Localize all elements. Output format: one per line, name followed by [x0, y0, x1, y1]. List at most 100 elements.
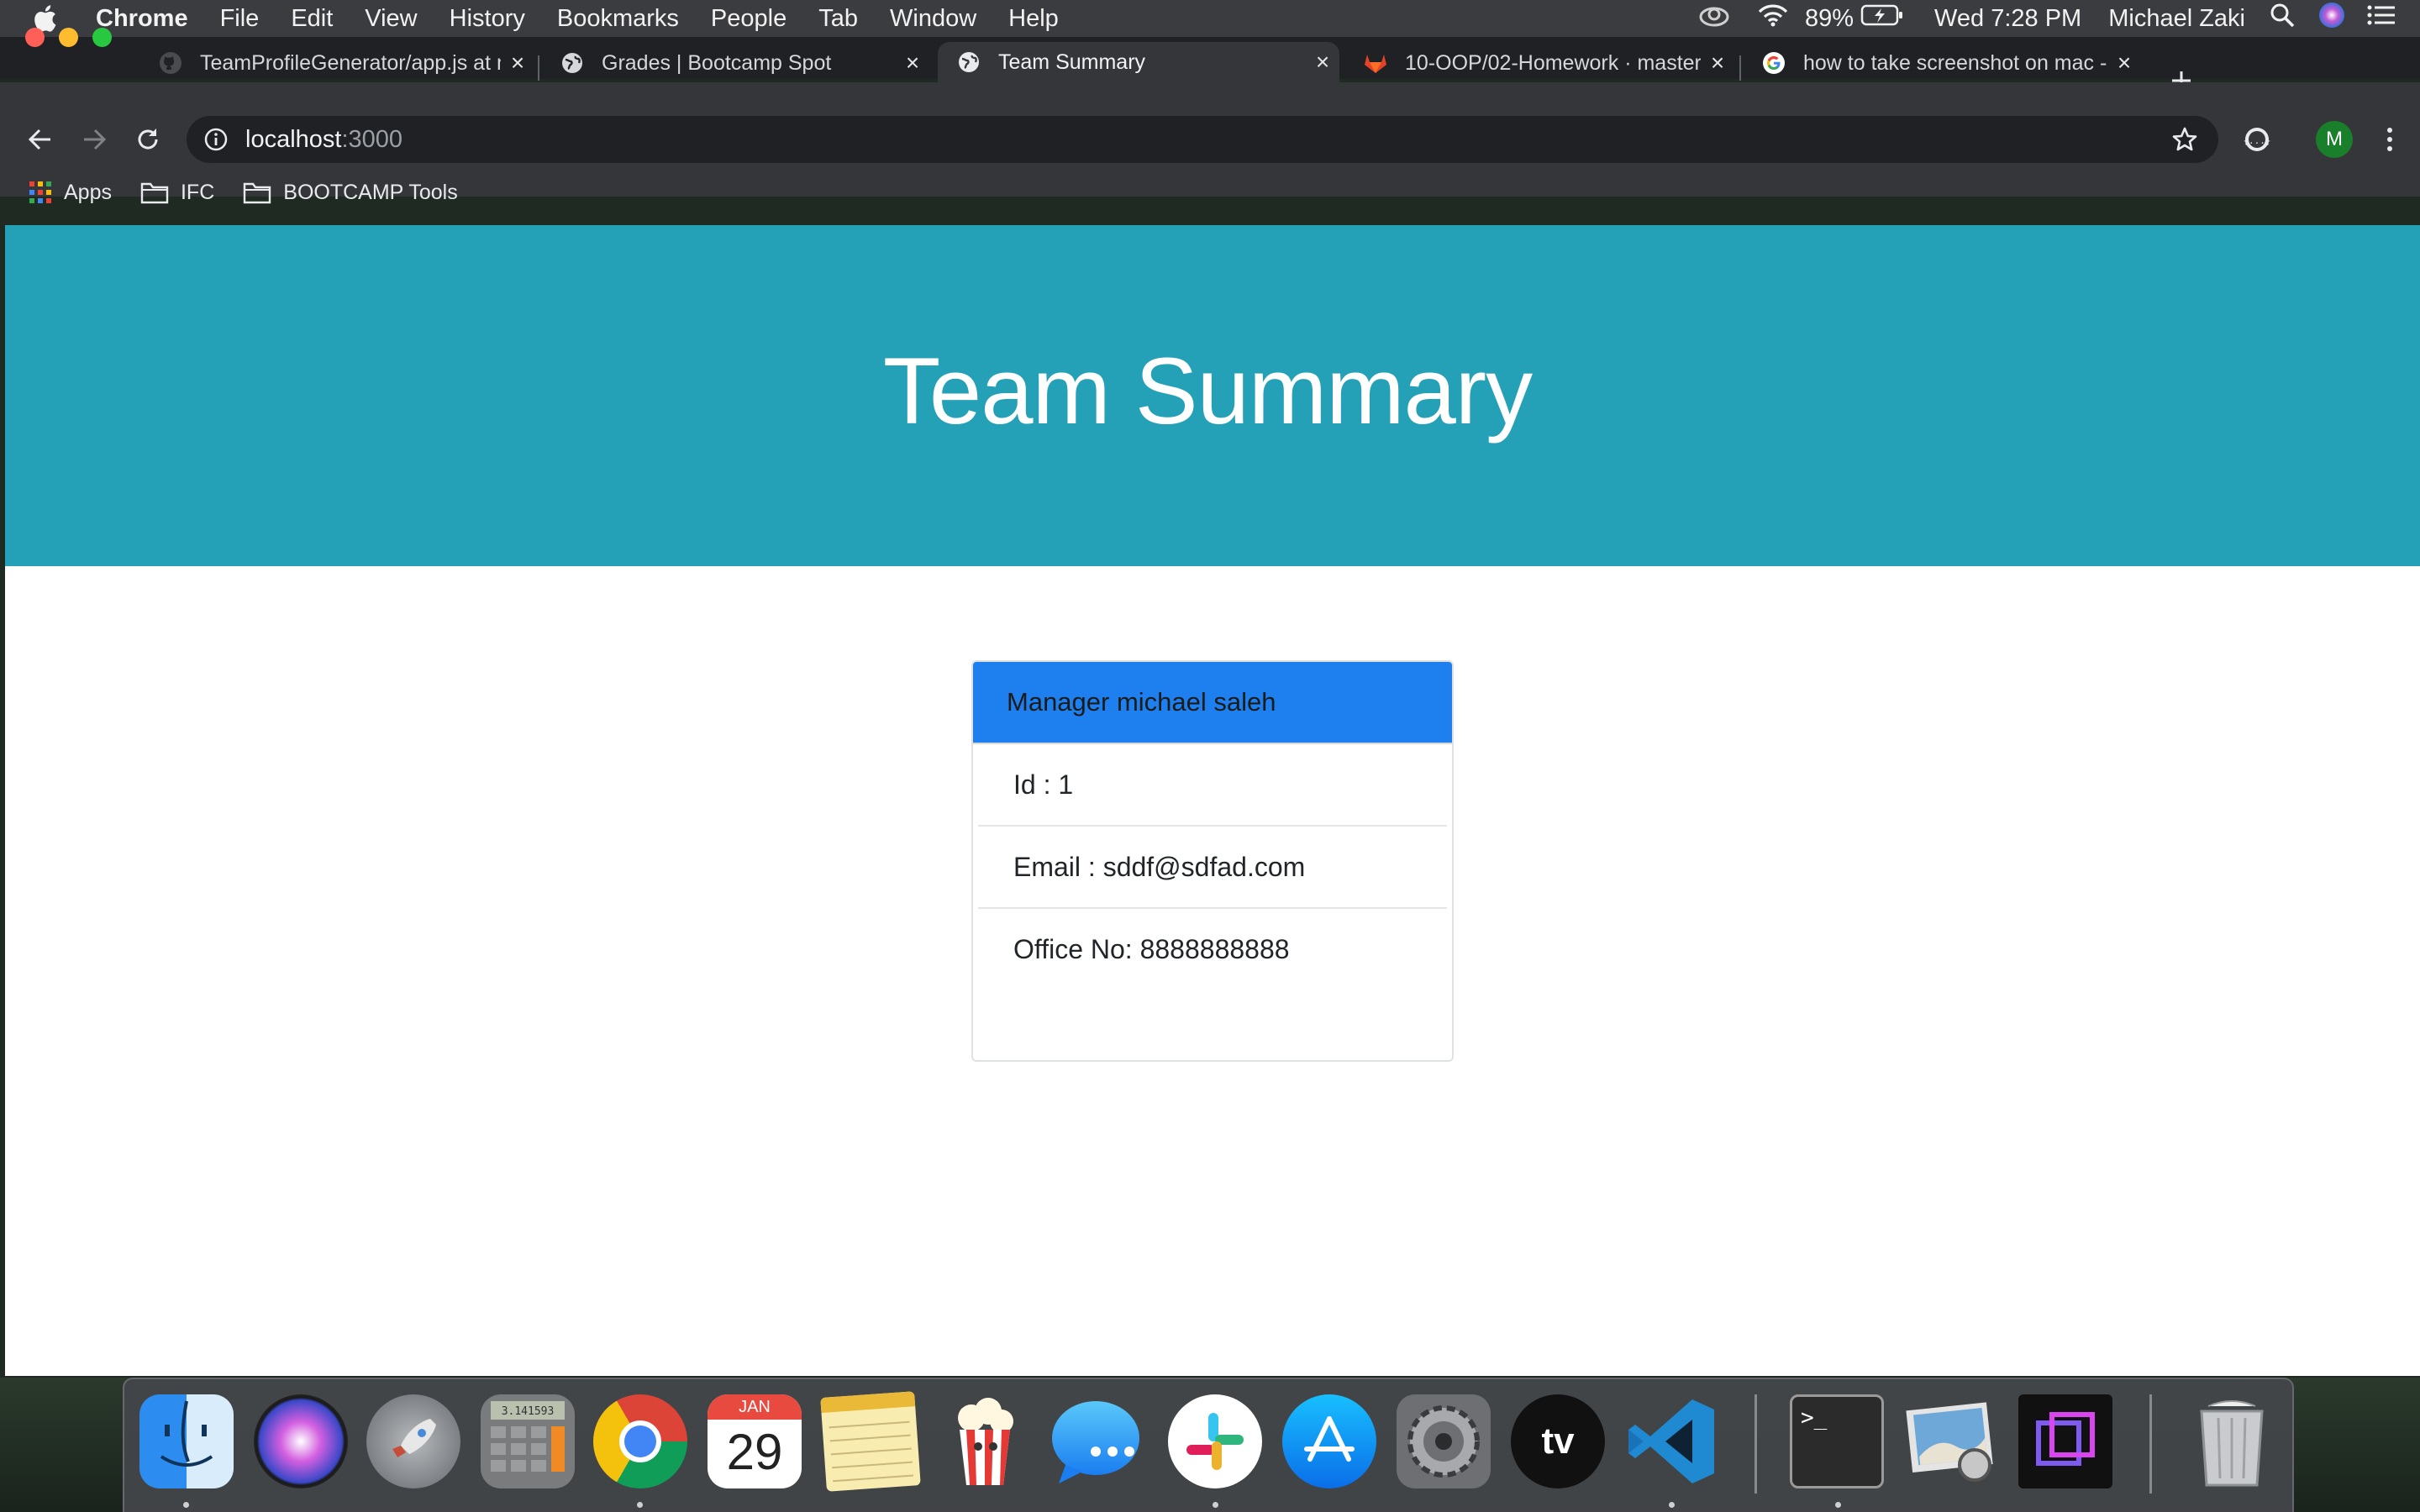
tab-title: 10-OOP/02-Homework · master — [1405, 50, 1701, 75]
close-icon[interactable]: × — [2107, 50, 2141, 76]
window-minimize-button[interactable] — [59, 28, 78, 47]
employee-card-manager: Manager michael saleh Id : 1 Email : sdd… — [971, 660, 1454, 1062]
google-icon — [1761, 50, 1786, 76]
url-host: localhost — [245, 125, 342, 153]
siri-menubar-icon[interactable] — [2317, 1, 2346, 36]
popcorn-time-icon[interactable] — [938, 1394, 1032, 1488]
launchpad-icon[interactable] — [366, 1394, 460, 1488]
menu-bookmarks[interactable]: Bookmarks — [557, 5, 679, 33]
github-icon — [158, 50, 183, 76]
siri-icon[interactable] — [254, 1394, 348, 1488]
menubar-user-name[interactable]: Michael Zaki — [2108, 5, 2245, 33]
battery-percentage: 89% — [1805, 4, 1854, 32]
address-bar[interactable]: localhost:3000 — [187, 116, 2218, 163]
close-icon[interactable]: × — [896, 50, 929, 76]
card-header: Manager michael saleh — [973, 662, 1452, 744]
menu-view[interactable]: View — [365, 5, 417, 33]
chrome-icon[interactable] — [593, 1394, 687, 1488]
extension-icon[interactable]: {...} — [2238, 121, 2275, 158]
tab-google-search[interactable]: how to take screenshot on mac - × — [1743, 45, 2141, 81]
notification-center-icon[interactable] — [2366, 3, 2396, 34]
bookmarks-bar: Apps IFC BOOTCAMP Tools — [0, 168, 2420, 217]
folder-icon — [244, 182, 271, 204]
window-close-button[interactable] — [25, 28, 45, 47]
profile-avatar[interactable]: M — [2316, 121, 2353, 158]
preview-icon[interactable] — [1904, 1394, 1998, 1488]
folder-icon — [140, 182, 169, 204]
menubar-status-area: 89% Wed 7:28 PM Michael Zaki — [1672, 0, 2396, 37]
calculator-display: 3.141593 — [502, 1405, 555, 1418]
tab-team-summary[interactable]: Team Summary × — [938, 42, 1339, 82]
screen-recorder-icon[interactable] — [2018, 1394, 2112, 1488]
svg-text:{...}: {...} — [2243, 135, 2270, 146]
close-icon[interactable]: × — [1701, 50, 1734, 76]
tab-title: Grades | Bootcamp Spot — [602, 50, 832, 75]
bookmark-folder-ifc[interactable]: IFC — [140, 181, 214, 205]
forward-arrow-icon[interactable] — [76, 121, 113, 158]
menu-history[interactable]: History — [450, 5, 525, 33]
employee-id: Id : 1 — [978, 744, 1447, 827]
site-info-icon[interactable] — [203, 127, 229, 152]
calculator-icon[interactable]: 3.141593 — [481, 1394, 575, 1488]
creative-cloud-icon[interactable] — [1697, 3, 1731, 34]
globe-icon — [956, 50, 981, 75]
back-arrow-icon[interactable] — [22, 121, 59, 158]
running-indicator — [183, 1502, 189, 1508]
page-header-jumbotron: Team Summary — [5, 225, 2420, 566]
page-title: Team Summary — [882, 338, 1533, 444]
terminal-icon[interactable]: >_ — [1790, 1394, 1884, 1488]
close-icon[interactable]: × — [501, 50, 534, 76]
bookmark-apps[interactable]: Apps — [29, 181, 112, 205]
tab-title: TeamProfileGenerator/app.js at m — [200, 50, 501, 75]
bookmark-label: IFC — [180, 180, 215, 204]
bookmark-label: Apps — [64, 180, 112, 204]
menu-app-name[interactable]: Chrome — [96, 5, 188, 33]
running-indicator — [1835, 1502, 1841, 1508]
bookmark-folder-bootcamp-tools[interactable]: BOOTCAMP Tools — [243, 181, 458, 205]
bookmark-star-icon[interactable] — [2171, 126, 2198, 160]
apps-grid-icon — [29, 181, 51, 203]
calendar-day: 29 — [726, 1424, 783, 1480]
tab-gitlab-homework[interactable]: 10-OOP/02-Homework · master × — [1344, 45, 1734, 81]
window-zoom-button[interactable] — [92, 28, 112, 47]
globe-icon — [560, 50, 585, 76]
app-store-icon[interactable] — [1282, 1394, 1376, 1488]
close-icon[interactable]: × — [1306, 49, 1339, 76]
tab-separator — [1739, 55, 1741, 81]
web-page-viewport: Team Summary Manager michael saleh Id : … — [5, 225, 2420, 1376]
spotlight-search-icon[interactable] — [2269, 2, 2296, 35]
tab-teamprofilegenerator[interactable]: TeamProfileGenerator/app.js at m × — [139, 45, 534, 81]
dock-separator — [1754, 1394, 1757, 1494]
menu-window[interactable]: Window — [890, 5, 976, 33]
battery-icon[interactable] — [1860, 3, 1904, 34]
url-port: :3000 — [341, 125, 403, 153]
finder-icon[interactable] — [139, 1394, 234, 1488]
running-indicator — [1669, 1502, 1675, 1508]
wifi-icon[interactable] — [1756, 3, 1790, 34]
gitlab-icon — [1363, 50, 1388, 76]
menu-people[interactable]: People — [711, 5, 786, 33]
trash-icon[interactable] — [2185, 1394, 2279, 1488]
system-preferences-icon[interactable] — [1397, 1394, 1491, 1488]
running-indicator — [637, 1502, 643, 1508]
messages-icon[interactable] — [1049, 1394, 1143, 1488]
menu-edit[interactable]: Edit — [291, 5, 333, 33]
office-number: Office No: 8888888888 — [1013, 933, 1290, 964]
menu-file[interactable]: File — [220, 5, 260, 33]
running-indicator — [1213, 1502, 1218, 1508]
tab-grades-bootcamp-spot[interactable]: Grades | Bootcamp Spot × — [541, 45, 929, 81]
apple-tv-icon[interactable]: tv — [1511, 1394, 1605, 1488]
notes-icon[interactable] — [820, 1391, 921, 1492]
menubar-clock[interactable]: Wed 7:28 PM — [1934, 5, 2081, 33]
tab-title: Team Summary — [998, 50, 1146, 74]
chrome-menu-icon[interactable] — [2373, 121, 2407, 158]
calendar-icon[interactable]: JAN 29 — [708, 1394, 802, 1488]
slack-icon[interactable] — [1168, 1394, 1262, 1488]
dock-separator — [2149, 1394, 2152, 1494]
reload-icon[interactable] — [129, 121, 166, 158]
menu-tab[interactable]: Tab — [818, 5, 858, 33]
employee-email: Email : sddf@sdfad.com — [978, 827, 1447, 909]
macos-menu-bar: Chrome File Edit View History Bookmarks … — [0, 0, 2420, 37]
menu-help[interactable]: Help — [1008, 5, 1059, 33]
vscode-icon[interactable] — [1625, 1394, 1719, 1488]
